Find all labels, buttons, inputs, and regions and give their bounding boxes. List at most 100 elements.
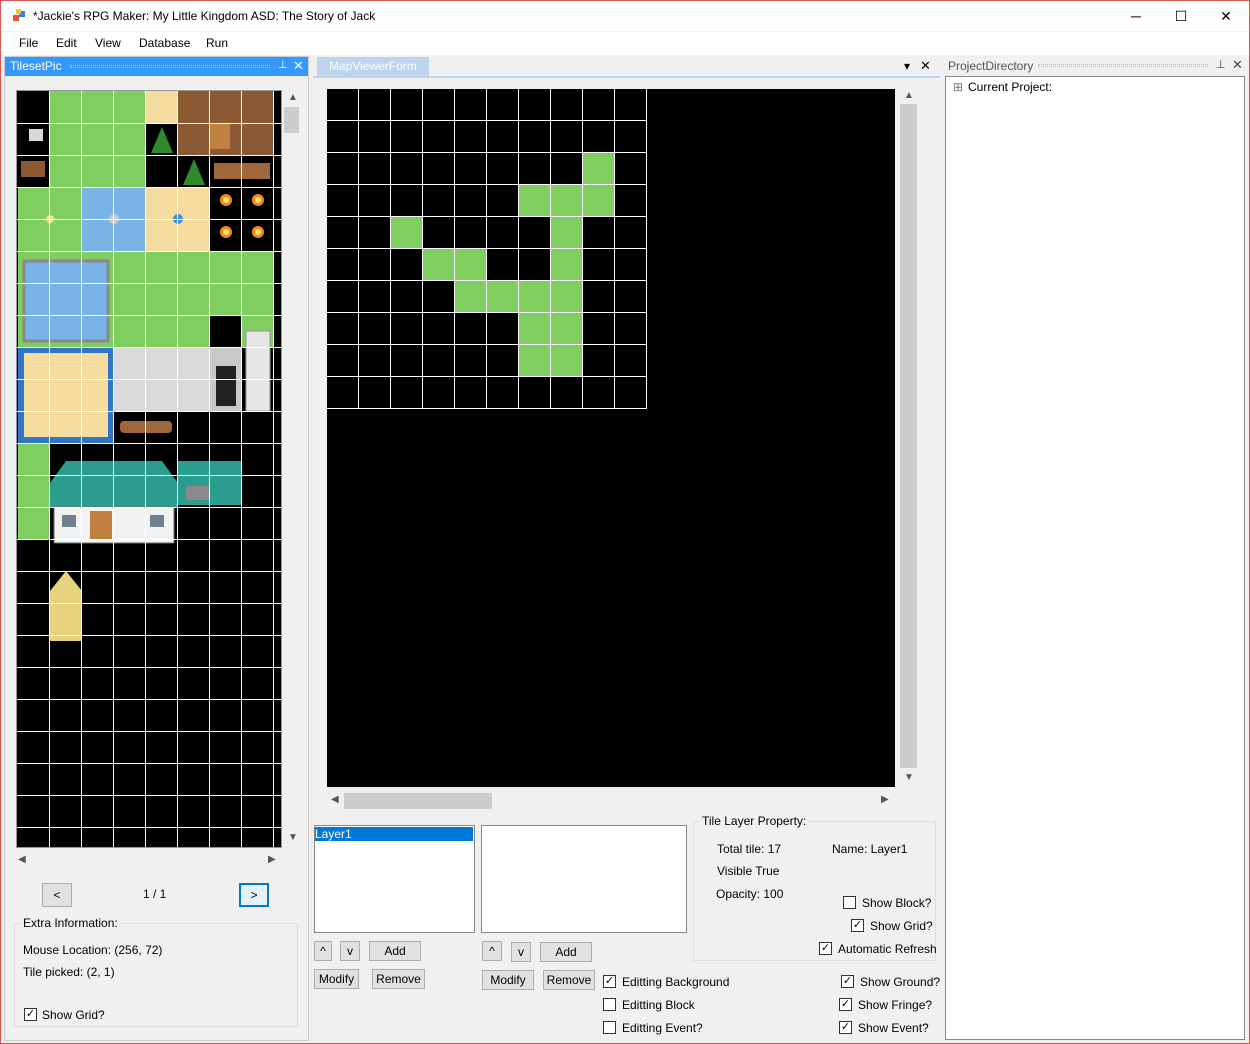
scroll-left-icon[interactable]: ◀	[18, 854, 26, 865]
tile-pond	[22, 259, 110, 343]
previous-page-button[interactable]: <	[42, 883, 72, 907]
layer-down-button[interactable]: v	[340, 941, 360, 961]
map-grass-tile[interactable]	[519, 345, 551, 377]
map-horizontal-scrollbar[interactable]: ◀ ▶	[327, 791, 895, 809]
map-grid-lines	[327, 89, 647, 409]
next-page-button[interactable]: >	[239, 883, 269, 907]
map-grass-tile[interactable]	[583, 185, 615, 217]
editing-block-checkbox[interactable]	[603, 998, 616, 1011]
project-tree[interactable]: ⊞ Current Project:	[945, 76, 1245, 1040]
close-window-button[interactable]: ✕	[1203, 1, 1249, 31]
show-grid-checkbox[interactable]: ✓	[24, 1008, 37, 1021]
map-grass-tile[interactable]	[551, 217, 583, 249]
opacity-label: Opacity: 100	[716, 887, 784, 901]
scroll-right-icon[interactable]: ▶	[268, 854, 276, 865]
map-grass-tile[interactable]	[519, 281, 551, 313]
scroll-down-icon[interactable]: ▼	[288, 832, 298, 843]
map-grid-svg[interactable]	[327, 89, 895, 787]
map-vertical-scrollbar[interactable]: ▲ ▼	[899, 89, 919, 787]
map-grass-tile[interactable]	[519, 185, 551, 217]
tile-cave-hole	[216, 366, 236, 406]
map-grass-tile[interactable]	[391, 217, 423, 249]
tileset-panel-title: TilesetPic	[10, 59, 62, 73]
sublayer-add-button[interactable]: Add	[540, 942, 592, 962]
mouse-location: Mouse Location: (256, 72)	[23, 943, 163, 957]
layer-remove-button[interactable]: Remove	[372, 969, 425, 989]
layer-add-button[interactable]: Add	[369, 941, 421, 961]
menu-edit[interactable]: Edit	[56, 36, 77, 50]
editing-event-checkbox[interactable]	[603, 1021, 616, 1034]
tree-expand-icon[interactable]: ⊞	[953, 80, 963, 94]
map-grass-tile[interactable]	[551, 313, 583, 345]
show-block-label: Show Block?	[862, 896, 932, 910]
tab-map-viewer[interactable]: MapViewerForm	[317, 57, 429, 76]
tileset-panel-header: TilesetPic ⊥ ✕	[5, 57, 308, 76]
menu-file[interactable]: File	[19, 36, 38, 50]
scroll-thumb[interactable]	[284, 107, 299, 133]
menu-view[interactable]: View	[95, 36, 121, 50]
map-grass-tile[interactable]	[519, 313, 551, 345]
project-pin-icon[interactable]: ⊥	[1216, 58, 1226, 71]
sublayer-modify-button[interactable]: Modify	[482, 970, 534, 990]
map-grass-tile[interactable]	[551, 281, 583, 313]
tile-grass-patch	[50, 91, 146, 187]
layer-modify-button[interactable]: Modify	[314, 969, 359, 989]
tileset-canvas[interactable]	[16, 90, 282, 848]
page-indicator: 1 / 1	[143, 887, 167, 901]
show-fringe-checkbox[interactable]: ✓	[839, 998, 852, 1011]
map-grass-tile[interactable]	[487, 281, 519, 313]
layer-up-button[interactable]: ^	[314, 941, 332, 961]
editing-background-checkbox[interactable]: ✓	[603, 975, 616, 988]
tile-roof-vent	[186, 486, 210, 500]
map-grass-tile[interactable]	[455, 281, 487, 313]
tileset-vertical-scrollbar[interactable]: ▲ ▼	[283, 90, 300, 848]
menu-database[interactable]: Database	[139, 36, 190, 50]
editing-background-label: Editting Background	[622, 975, 730, 989]
menu-run[interactable]: Run	[206, 36, 228, 50]
scroll-up-icon[interactable]: ▲	[288, 92, 298, 103]
tileset-horizontal-scrollbar[interactable]: ◀ ▶	[16, 854, 282, 868]
auto-refresh-checkbox[interactable]: ✓	[819, 942, 832, 955]
sublayer-down-button[interactable]: v	[511, 942, 531, 962]
maximize-button[interactable]: ☐	[1158, 1, 1204, 31]
map-grass-tile[interactable]	[455, 249, 487, 281]
pin-icon[interactable]: ⊥	[278, 58, 288, 71]
minimize-button[interactable]: ─	[1113, 1, 1159, 31]
title-bar: *Jackie's RPG Maker: My Little Kingdom A…	[1, 1, 1249, 31]
layer-show-grid-checkbox[interactable]: ✓	[851, 919, 864, 932]
tab-dropdown-icon[interactable]: ▾	[904, 59, 910, 73]
sublayer-list[interactable]	[481, 825, 687, 933]
map-grass-tile[interactable]	[583, 153, 615, 185]
sublayer-remove-button[interactable]: Remove	[543, 970, 595, 990]
tile-sand	[146, 91, 178, 123]
show-event-checkbox[interactable]: ✓	[839, 1021, 852, 1034]
map-scroll-up-icon[interactable]: ▲	[904, 90, 914, 101]
map-scroll-right-icon[interactable]: ▶	[881, 794, 889, 805]
editing-block-label: Editting Block	[622, 998, 695, 1012]
map-grass-tile[interactable]	[423, 249, 455, 281]
tileset-close-icon[interactable]: ✕	[293, 58, 304, 74]
map-canvas[interactable]	[327, 89, 895, 787]
map-grass-tile[interactable]	[551, 185, 583, 217]
map-grass-tile[interactable]	[551, 345, 583, 377]
extra-information-title: Extra Information:	[21, 916, 120, 930]
tile-house-window	[62, 515, 76, 527]
map-close-icon[interactable]: ✕	[920, 58, 931, 74]
show-ground-checkbox[interactable]: ✓	[841, 975, 854, 988]
tree-root-current-project[interactable]: Current Project:	[968, 80, 1052, 94]
tileset-image[interactable]	[17, 91, 282, 848]
map-scroll-left-icon[interactable]: ◀	[331, 794, 339, 805]
project-close-icon[interactable]: ✕	[1232, 57, 1243, 73]
map-grass-tile[interactable]	[551, 249, 583, 281]
sublayer-up-button[interactable]: ^	[482, 941, 502, 961]
app-window: *Jackie's RPG Maker: My Little Kingdom A…	[0, 0, 1250, 1044]
layer-list[interactable]: Layer1	[314, 825, 475, 933]
show-block-checkbox[interactable]	[843, 896, 856, 909]
show-grid-label: Show Grid?	[42, 1008, 105, 1022]
auto-refresh-label: Automatic Refresh	[838, 942, 937, 956]
map-vscroll-thumb[interactable]	[900, 104, 917, 768]
tile-stairs	[245, 330, 271, 412]
layer-list-item[interactable]: Layer1	[315, 827, 473, 841]
map-scroll-down-icon[interactable]: ▼	[904, 772, 914, 783]
map-hscroll-thumb[interactable]	[344, 793, 492, 809]
